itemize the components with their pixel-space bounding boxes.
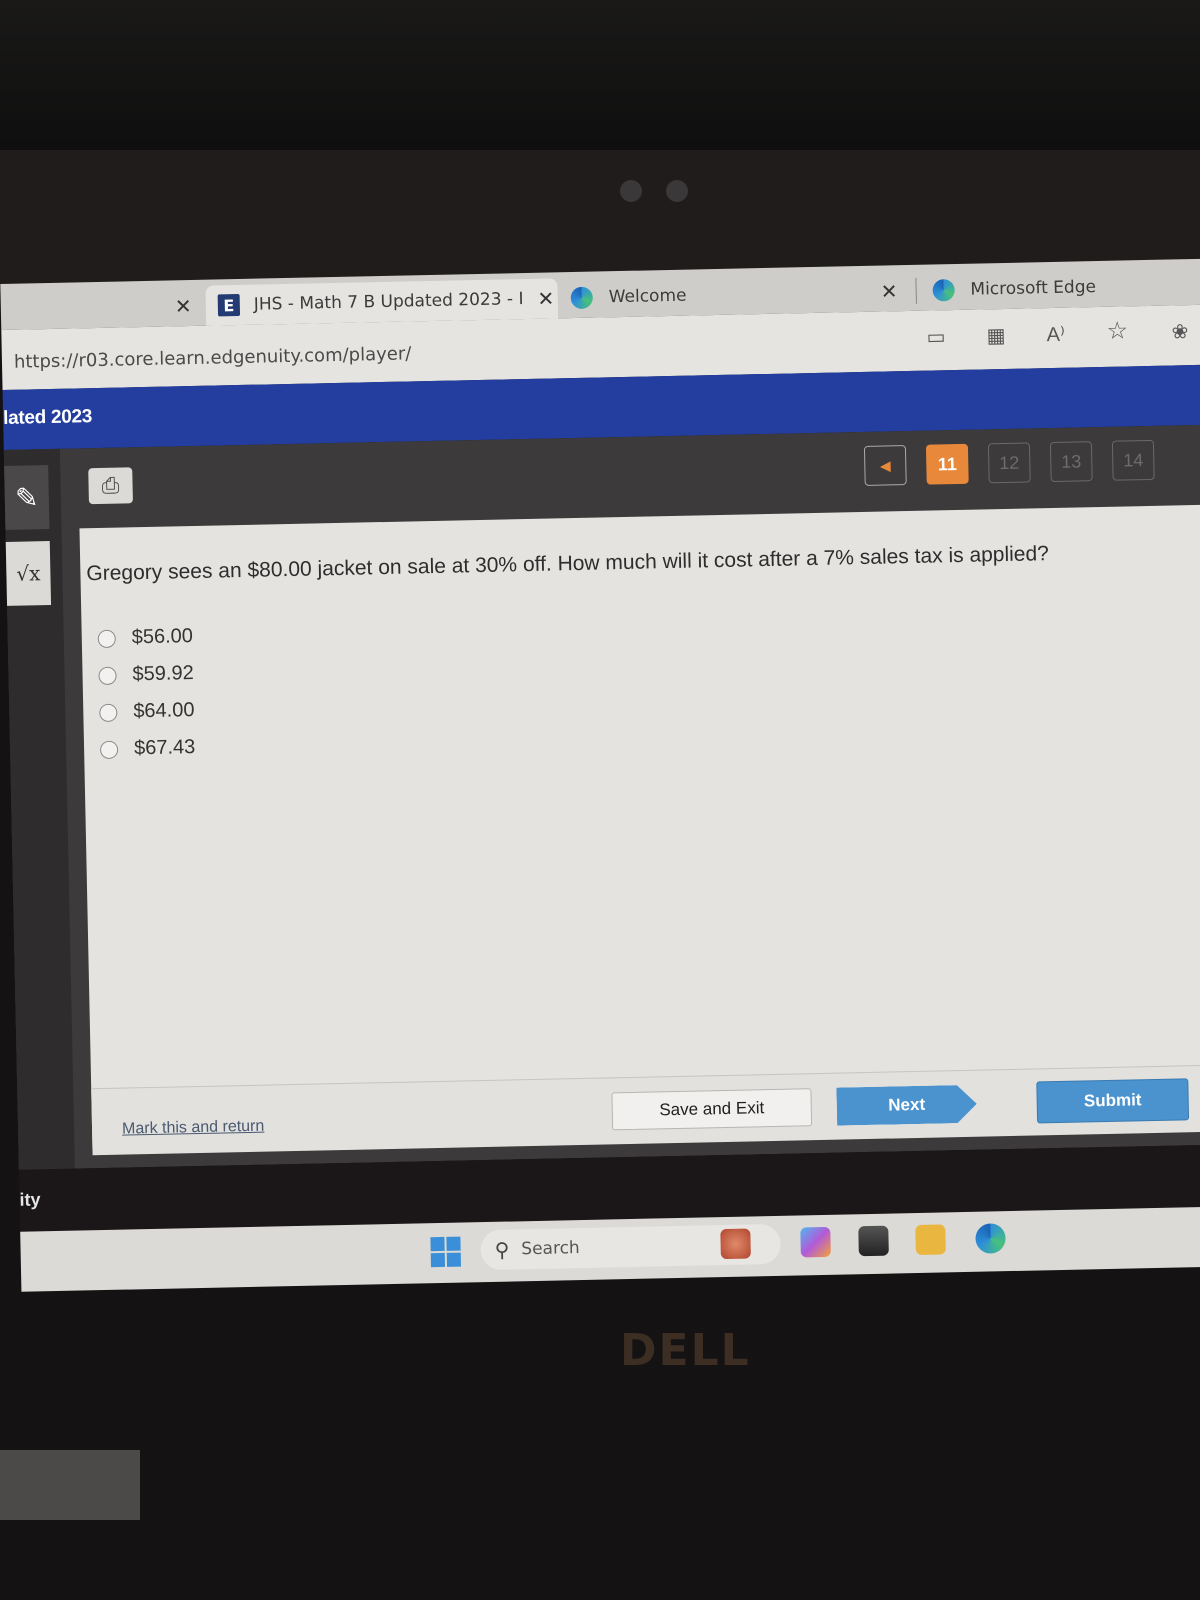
widgets-icon[interactable] (720, 1228, 751, 1260)
answer-choice[interactable]: $64.00 (99, 692, 195, 731)
task-view-icon[interactable] (858, 1225, 889, 1257)
square-root-icon: √x (16, 561, 41, 586)
close-icon[interactable]: ✕ (175, 294, 192, 318)
tab-previous[interactable]: ✕ (160, 286, 192, 327)
choice-label: $56.00 (131, 625, 194, 649)
edge-icon (570, 286, 593, 310)
pencil-icon: ✎ (14, 481, 39, 514)
tab-welcome[interactable]: Welcome (570, 276, 687, 318)
question-panel: Gregory sees an $80.00 jacket on sale at… (79, 504, 1200, 1156)
close-icon[interactable]: ✕ (880, 279, 897, 303)
pencil-tool-button[interactable]: ✎ (4, 465, 50, 530)
choice-label: $67.43 (133, 736, 196, 760)
left-toolbar: ✎ √x (3, 448, 75, 1170)
answer-choice[interactable]: $56.00 (97, 618, 193, 657)
search-label: Search (521, 1238, 580, 1260)
next-button[interactable]: Next (836, 1085, 977, 1126)
read-aloud-icon[interactable]: A⁾ (1046, 322, 1065, 347)
choice-label: $64.00 (133, 699, 195, 723)
edge-icon (932, 279, 955, 302)
math-tool-button[interactable]: √x (5, 541, 52, 606)
question-pager: ◀ 11 12 13 14 (863, 439, 1155, 486)
pager-page[interactable]: 12 (987, 442, 1031, 484)
mark-and-return-link[interactable]: Mark this and return (122, 1118, 265, 1139)
webcam-sensor-icon (666, 180, 688, 202)
question-footer: Mark this and return Save and Exit Next … (91, 1064, 1200, 1156)
edge-taskbar-icon[interactable] (975, 1223, 1006, 1254)
footer-brand-text: ity (19, 1189, 41, 1210)
radio-button[interactable] (98, 666, 117, 685)
bezel-edge (0, 1450, 140, 1520)
save-and-exit-button[interactable]: Save and Exit (611, 1088, 813, 1131)
search-icon: ⚲ (494, 1239, 510, 1262)
tab-label: Welcome (608, 285, 687, 308)
answer-choice[interactable]: $59.92 (98, 655, 194, 694)
course-title: lated 2023 (2, 406, 93, 429)
pager-prev-button[interactable]: ◀ (863, 445, 907, 486)
pager-page[interactable]: 13 (1049, 441, 1093, 483)
printer-icon: ⎙ (101, 472, 120, 498)
device-icon[interactable]: ▭ (926, 324, 945, 349)
webcam-icon (620, 180, 642, 202)
pager-page[interactable]: 11 (925, 443, 969, 485)
chevron-left-icon: ◀ (879, 456, 891, 474)
dell-logo: DELL (620, 1325, 751, 1376)
url-field[interactable]: https://r03.core.learn.edgenuity.com/pla… (14, 343, 412, 372)
tab-microsoft-edge[interactable]: ✕ Microsoft Edge (880, 267, 1096, 312)
question-text: Gregory sees an $80.00 jacket on sale at… (86, 542, 1050, 586)
favorite-star-icon[interactable]: ☆ (1106, 316, 1128, 345)
screen: ✕ E JHS - Math 7 B Updated 2023 - I ✕ We… (0, 243, 1200, 1292)
answer-choice[interactable]: $67.43 (99, 729, 196, 768)
close-icon[interactable]: ✕ (537, 286, 554, 310)
submit-button[interactable]: Submit (1036, 1078, 1190, 1124)
tab-divider (915, 277, 917, 304)
laptop-bezel (0, 0, 1200, 160)
apps-grid-icon[interactable]: ▦ (986, 323, 1005, 348)
print-button[interactable]: ⎙ (88, 467, 133, 505)
radio-button[interactable] (97, 629, 116, 648)
copilot-icon[interactable] (800, 1226, 831, 1258)
edgenuity-e-icon: E (217, 293, 241, 317)
tab-label: Microsoft Edge (970, 277, 1097, 300)
app-body: ✎ √x ⎙ ◀ 11 12 13 14 Gregory sees an $80… (3, 424, 1200, 1170)
tab-label: JHS - Math 7 B Updated 2023 - I (253, 289, 524, 315)
file-explorer-icon[interactable] (915, 1224, 946, 1256)
radio-button[interactable] (99, 740, 119, 759)
radio-button[interactable] (99, 703, 118, 722)
pager-page[interactable]: 14 (1111, 439, 1155, 481)
choice-label: $59.92 (132, 662, 194, 686)
windows-start-icon[interactable] (430, 1236, 462, 1268)
extensions-icon[interactable]: ❀ (1171, 319, 1188, 344)
answer-choices: $56.00 $59.92 $64.00 $67.43 (97, 618, 195, 768)
